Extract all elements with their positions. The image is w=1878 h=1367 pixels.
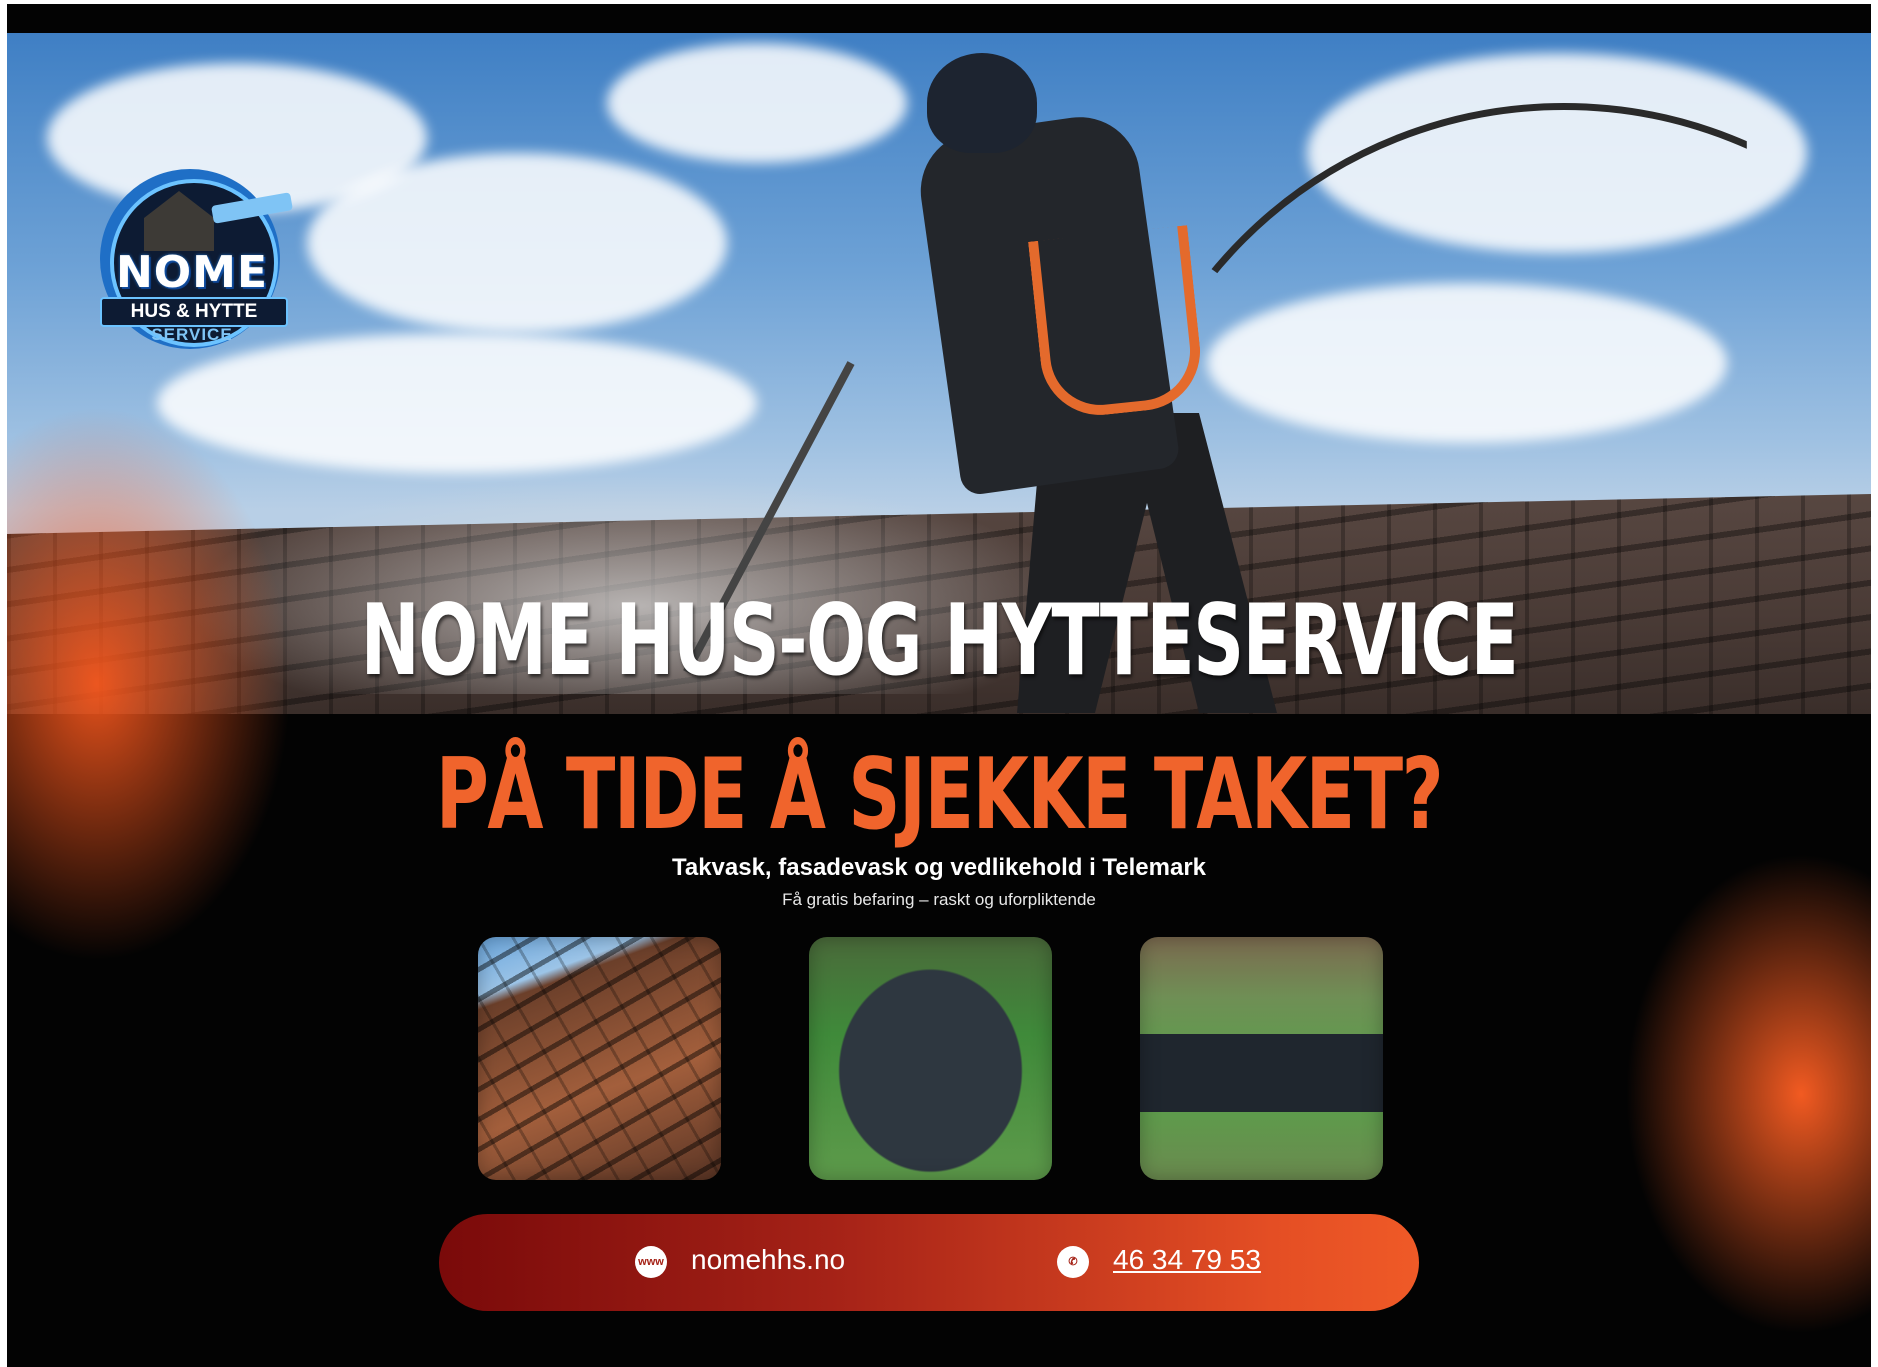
- roof-tiles-photo: [478, 937, 721, 1180]
- company-logo: NOME HUS & HYTTE SERVICE: [82, 129, 302, 349]
- safety-harness: [1028, 225, 1206, 421]
- globe-icon: www: [635, 1246, 667, 1278]
- logo-banner: HUS & HYTTE: [100, 297, 288, 327]
- house-aerial-photo: [809, 937, 1052, 1180]
- contact-bar: www nomehhs.no ✆ 46 34 79 53: [439, 1214, 1419, 1311]
- tagline: Takvask, fasadevask og vedlikehold i Tel…: [671, 854, 1207, 881]
- top-border: [7, 4, 1871, 33]
- roof-aerial-photo: [1140, 937, 1383, 1180]
- phone-link[interactable]: 46 34 79 53: [1113, 1244, 1261, 1276]
- subheadline: PÅ TIDE Å SJEKKE TAKET?: [435, 738, 1444, 852]
- headline: NOME HUS-OG HYTTESERVICE: [360, 584, 1519, 698]
- logo-name: NOME: [115, 247, 269, 298]
- poster: NOME HUS & HYTTE SERVICE NOME HUS-OG HYT…: [7, 4, 1871, 1367]
- orange-glow-right: [1611, 834, 1871, 1354]
- phone-icon: ✆: [1057, 1246, 1089, 1278]
- logo-service: SERVICE: [151, 325, 233, 344]
- offer-text: Få gratis befaring – raskt og uforplikte…: [782, 890, 1096, 909]
- website-link[interactable]: nomehhs.no: [691, 1244, 845, 1276]
- worker-head: [927, 53, 1037, 153]
